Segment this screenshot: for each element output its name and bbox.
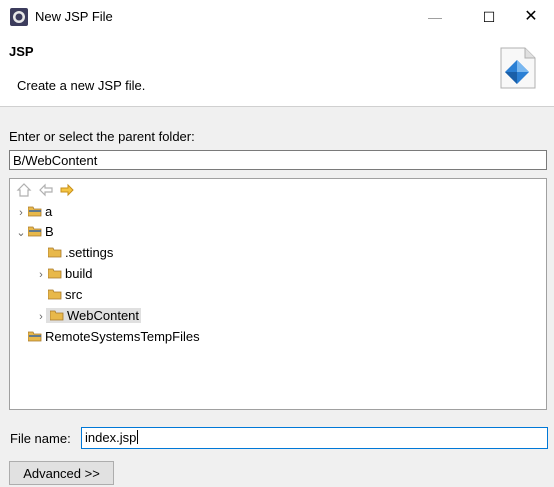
tree-item-label: a (45, 204, 53, 219)
tree-item-label: build (65, 266, 93, 281)
file-name-value: index.jsp (85, 430, 137, 445)
tree-item-label: src (65, 287, 83, 302)
project-folder-icon (28, 331, 42, 342)
maximize-button[interactable]: ☐ (466, 0, 512, 34)
file-name-label: File name: (10, 431, 71, 446)
folder-icon (48, 268, 62, 279)
forward-arrow-icon[interactable] (59, 183, 75, 197)
tree-item-label: WebContent (67, 308, 140, 323)
selected-highlight: WebContent (46, 308, 142, 323)
folder-icon (48, 247, 62, 258)
folder-tree[interactable]: › a ⌄ B .settings › build src › WebContent R… (9, 178, 547, 410)
wizard-title: JSP (9, 44, 34, 59)
tree-item-b[interactable]: ⌄ B (16, 222, 54, 243)
tree-item-build[interactable]: › build (36, 264, 92, 284)
file-name-input[interactable]: index.jsp (81, 427, 548, 449)
tree-item-label: .settings (65, 245, 114, 260)
project-folder-icon (28, 206, 42, 217)
jsp-file-wizard-icon (500, 47, 536, 89)
window-title: New JSP File (35, 9, 113, 24)
text-caret (137, 430, 139, 444)
parent-folder-label: Enter or select the parent folder: (9, 129, 195, 144)
expand-icon[interactable]: › (36, 307, 46, 327)
home-icon[interactable] (16, 183, 32, 197)
advanced-button[interactable]: Advanced >> (9, 461, 114, 485)
eclipse-app-icon (10, 8, 28, 26)
expand-icon[interactable]: › (36, 265, 46, 285)
tree-toolbar (16, 183, 77, 199)
title-bar: New JSP File — ☐ ✕ (0, 0, 554, 34)
collapse-icon[interactable]: ⌄ (16, 223, 26, 243)
tree-item-label: B (45, 224, 54, 239)
wizard-header: JSP Create a new JSP file. (0, 34, 554, 107)
folder-icon (50, 310, 64, 321)
back-arrow-icon[interactable] (38, 183, 54, 197)
parent-folder-input[interactable]: B/WebContent (9, 150, 547, 170)
expand-icon[interactable]: › (16, 203, 26, 223)
folder-icon (48, 289, 62, 300)
tree-item-remotesystemstempfiles[interactable]: RemoteSystemsTempFiles (16, 327, 200, 347)
tree-item-webcontent[interactable]: › WebContent (36, 306, 142, 327)
tree-item-a[interactable]: › a (16, 202, 52, 222)
tree-item-settings[interactable]: .settings (36, 243, 113, 263)
tree-item-label: RemoteSystemsTempFiles (45, 329, 200, 344)
close-button[interactable]: ✕ (508, 0, 554, 34)
project-folder-icon (28, 226, 42, 237)
minimize-button[interactable]: — (412, 0, 458, 34)
tree-item-src[interactable]: src (36, 285, 82, 305)
wizard-description: Create a new JSP file. (17, 78, 146, 93)
